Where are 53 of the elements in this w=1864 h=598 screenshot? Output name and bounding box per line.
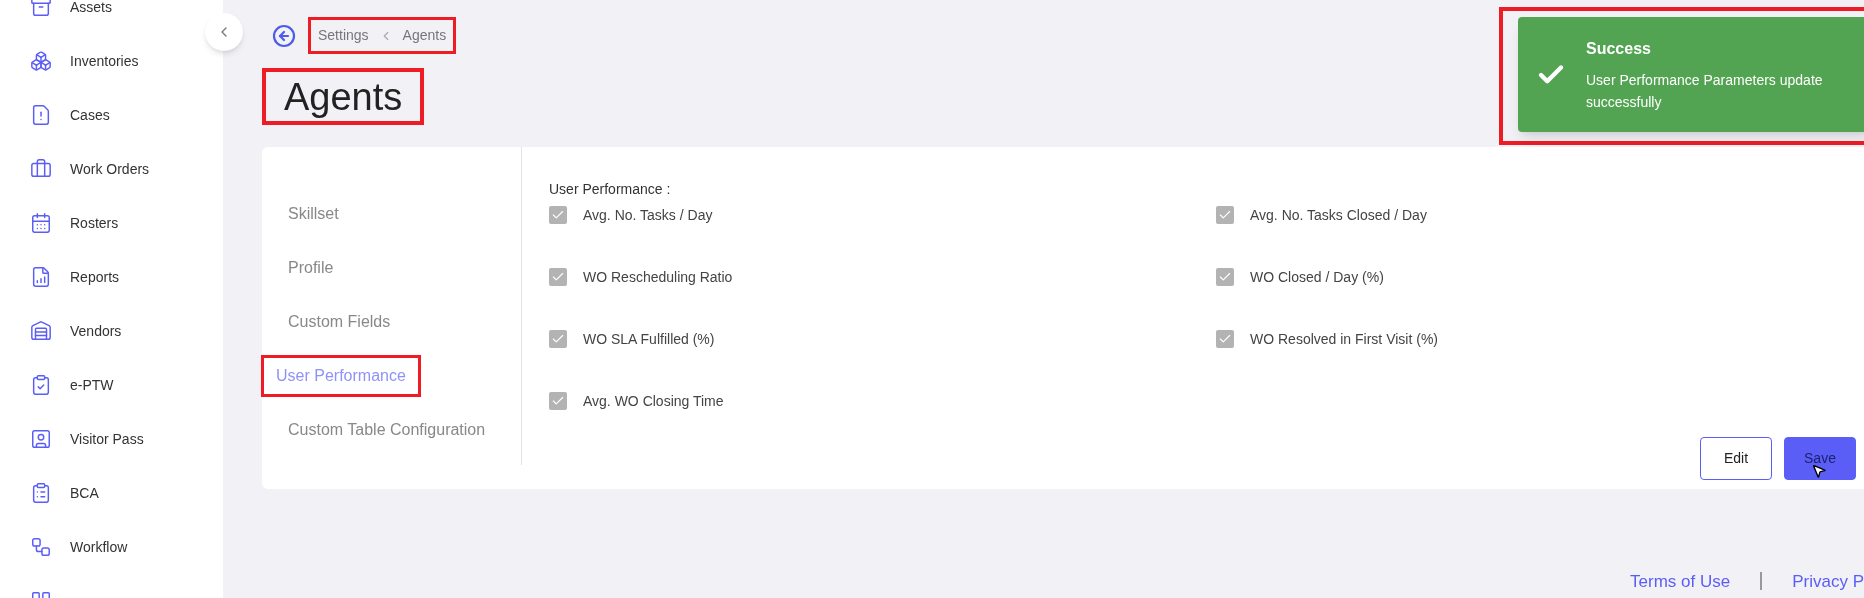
checkbox-label: Avg. No. Tasks / Day	[583, 205, 713, 225]
sidebar-item[interactable]: Workflow	[30, 520, 128, 574]
checkbox-label: Avg. No. Tasks Closed / Day	[1250, 205, 1427, 225]
sidebar-item[interactable]: Vendors	[30, 304, 122, 358]
check-icon	[1218, 208, 1232, 222]
edit-button[interactable]: Edit	[1700, 437, 1772, 480]
clipboard-check-icon	[30, 374, 52, 396]
collapse-sidebar-button[interactable]	[205, 13, 243, 51]
briefcase-icon	[30, 158, 52, 180]
warehouse-icon	[30, 320, 52, 342]
section-title: User Performance :	[549, 180, 672, 199]
checkbox-label: WO SLA Fulfilled (%)	[583, 329, 715, 349]
sidebar-item[interactable]: Visitor Pass	[30, 412, 144, 466]
sidebar-item[interactable]: e-PTW	[30, 358, 114, 412]
toast-message: User Performance Parameters update	[1586, 70, 1823, 90]
chart-file-icon	[30, 266, 52, 288]
checkbox-label: WO Closed / Day (%)	[1250, 267, 1384, 287]
check-icon	[551, 332, 565, 346]
settings-tab[interactable]: Skillset	[276, 202, 351, 226]
checkbox-label: WO Resolved in First Visit (%)	[1250, 329, 1438, 349]
check-icon	[551, 394, 565, 408]
breadcrumb-link[interactable]: Agents	[402, 25, 447, 46]
back-icon[interactable]	[272, 23, 296, 48]
settings-tab[interactable]: Custom Table Configuration	[276, 418, 498, 442]
sidebar-item[interactable]: Work Orders	[30, 142, 150, 196]
footer-link[interactable]: Terms of Use	[1630, 568, 1731, 594]
checkbox-label: WO Rescheduling Ratio	[583, 267, 733, 287]
footer-link[interactable]: Privacy P	[1792, 568, 1864, 594]
toast-title: Success	[1586, 38, 1652, 59]
archive-icon	[30, 0, 52, 18]
sidebar-item[interactable]: Reports	[30, 250, 120, 304]
check-icon	[1218, 270, 1232, 284]
sidebar-item[interactable]: Assets	[30, 0, 112, 34]
sidebar-item[interactable]: BCA	[30, 466, 99, 520]
settings-tab[interactable]: Profile	[276, 256, 346, 280]
calendar-icon	[30, 212, 52, 234]
check-icon	[551, 208, 565, 222]
sidebar-item[interactable]: Inventories	[30, 34, 139, 88]
workflow-icon	[30, 536, 52, 558]
user-badge-icon	[30, 428, 52, 450]
mouse-cursor-icon	[1811, 463, 1827, 479]
page-title: Agents	[284, 77, 403, 116]
sidebar-item[interactable]: Cases	[30, 88, 110, 142]
toast-message: successfully	[1586, 92, 1663, 112]
file-warning-icon	[30, 104, 52, 126]
breadcrumb-link[interactable]: Settings	[318, 25, 369, 46]
clipboard-list-icon	[30, 482, 52, 504]
check-icon	[1218, 332, 1232, 346]
check-icon	[551, 270, 565, 284]
settings-tab[interactable]: Custom Fields	[276, 310, 403, 334]
boxes-icon	[30, 50, 52, 72]
checkbox-label: Avg. WO Closing Time	[583, 391, 724, 411]
sidebar-item[interactable]: Rosters	[30, 196, 119, 250]
